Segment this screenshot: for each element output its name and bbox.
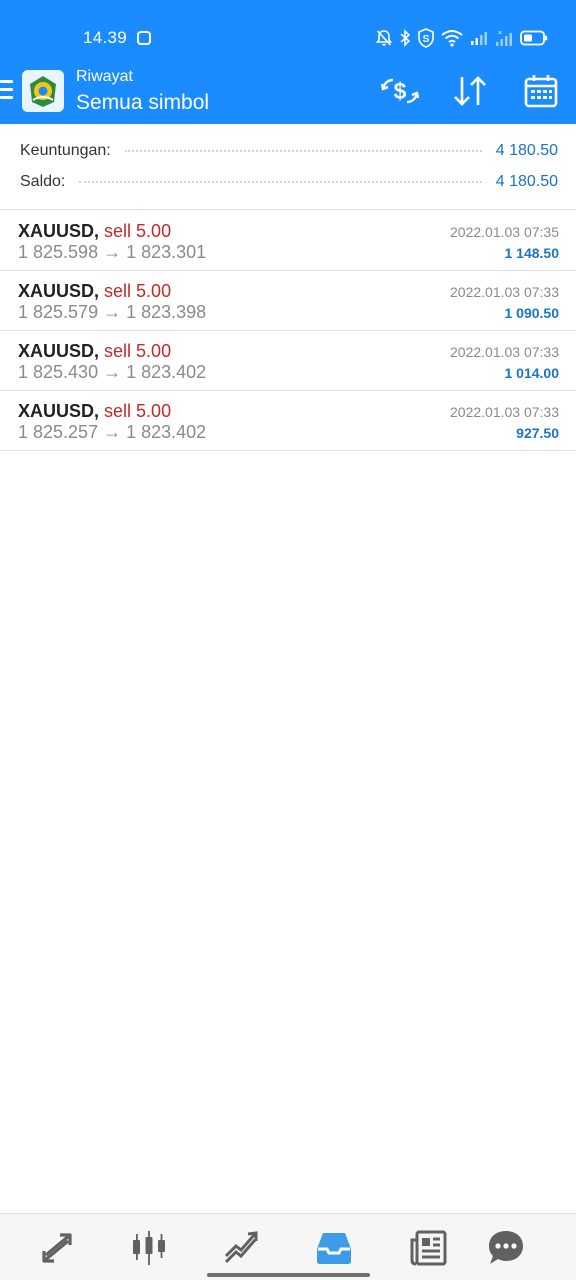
deal-datetime: 2022.01.03 07:33	[450, 404, 559, 420]
currency-exchange-icon[interactable]: $	[379, 70, 421, 112]
status-time: 14.39	[83, 28, 128, 47]
svg-text:$: $	[394, 78, 407, 104]
deal-row[interactable]: XAUUSD, sell 5.00 1 825.579 → 1 823.398 …	[0, 271, 576, 331]
deal-title: XAUUSD, sell 5.00	[18, 341, 171, 362]
profit-value: 4 180.50	[495, 142, 558, 159]
deal-symbol: XAUUSD,	[18, 401, 100, 421]
deal-row[interactable]: XAUUSD, sell 5.00 1 825.257 → 1 823.402 …	[0, 391, 576, 451]
balance-row: Saldo: 4 180.50	[20, 169, 558, 195]
status-bar: 14.39 S ×	[0, 0, 576, 62]
deal-datetime: 2022.01.03 07:33	[450, 344, 559, 360]
signal-icon-2: ×	[496, 30, 512, 46]
deal-profit: 1 014.00	[504, 365, 560, 381]
deal-row[interactable]: XAUUSD, sell 5.00 1 825.598 → 1 823.301 …	[0, 211, 576, 271]
news-icon[interactable]	[406, 1226, 450, 1270]
dotted-leader	[79, 181, 482, 183]
deal-side: sell 5.00	[104, 341, 172, 361]
deal-profit: 1 148.50	[504, 245, 560, 261]
deal-list: XAUUSD, sell 5.00 1 825.598 → 1 823.301 …	[0, 211, 576, 451]
wifi-icon	[441, 30, 463, 47]
dotted-leader	[124, 150, 482, 152]
top-bar: 14.39 S × Riwayat Semua simbol $	[0, 0, 576, 124]
deal-prices: 1 825.598 → 1 823.301	[18, 242, 207, 262]
status-icons: S ×	[376, 25, 548, 51]
deal-prices: 1 825.579 → 1 823.398	[18, 302, 207, 322]
notification-icon	[137, 31, 151, 45]
mute-icon	[376, 30, 392, 46]
deal-side: sell 5.00	[104, 401, 172, 421]
deal-title: XAUUSD, sell 5.00	[18, 221, 171, 242]
deal-datetime: 2022.01.03 07:33	[450, 284, 559, 300]
profit-row: Keuntungan: 4 180.50	[20, 138, 558, 164]
deal-prices: 1 825.257 → 1 823.402	[18, 422, 207, 442]
deal-symbol: XAUUSD,	[18, 341, 100, 361]
quotes-icon[interactable]	[35, 1226, 79, 1270]
app-bar: Riwayat Semua simbol $	[0, 62, 576, 124]
deal-title: XAUUSD, sell 5.00	[18, 401, 171, 422]
svg-text:×: ×	[498, 30, 502, 37]
signal-icon	[471, 32, 487, 45]
battery-icon	[520, 30, 548, 46]
deal-datetime: 2022.01.03 07:35	[450, 224, 559, 240]
deal-title: XAUUSD, sell 5.00	[18, 281, 171, 302]
trade-icon[interactable]	[220, 1226, 264, 1270]
bottom-navigation	[0, 1213, 576, 1280]
calendar-icon[interactable]	[520, 70, 562, 112]
balance-value: 4 180.50	[495, 173, 558, 190]
app-logo	[22, 70, 64, 112]
deal-side: sell 5.00	[104, 221, 172, 241]
bluetooth-icon	[400, 29, 411, 47]
deal-prices: 1 825.430 → 1 823.402	[18, 362, 207, 382]
header-subtitle: Riwayat	[76, 68, 133, 85]
deal-profit: 1 090.50	[504, 305, 560, 321]
svg-text:S: S	[423, 34, 430, 45]
vpn-shield-icon: S	[418, 28, 434, 48]
history-icon[interactable]	[312, 1226, 356, 1270]
deal-symbol: XAUUSD,	[18, 221, 100, 241]
balance-label: Saldo:	[20, 173, 66, 190]
chart-icon[interactable]	[127, 1226, 171, 1270]
sort-icon[interactable]	[449, 70, 491, 112]
deal-row[interactable]: XAUUSD, sell 5.00 1 825.430 → 1 823.402 …	[0, 331, 576, 391]
profit-label: Keuntungan:	[20, 142, 111, 159]
home-indicator[interactable]	[207, 1273, 370, 1277]
deal-profit: 927.50	[516, 425, 559, 441]
summary-panel: Keuntungan: 4 180.50 Saldo: 4 180.50	[0, 124, 576, 210]
header-title[interactable]: Semua simbol	[76, 91, 209, 115]
chat-icon[interactable]	[484, 1226, 528, 1270]
menu-icon[interactable]	[0, 80, 14, 102]
deal-symbol: XAUUSD,	[18, 281, 100, 301]
deal-side: sell 5.00	[104, 281, 172, 301]
